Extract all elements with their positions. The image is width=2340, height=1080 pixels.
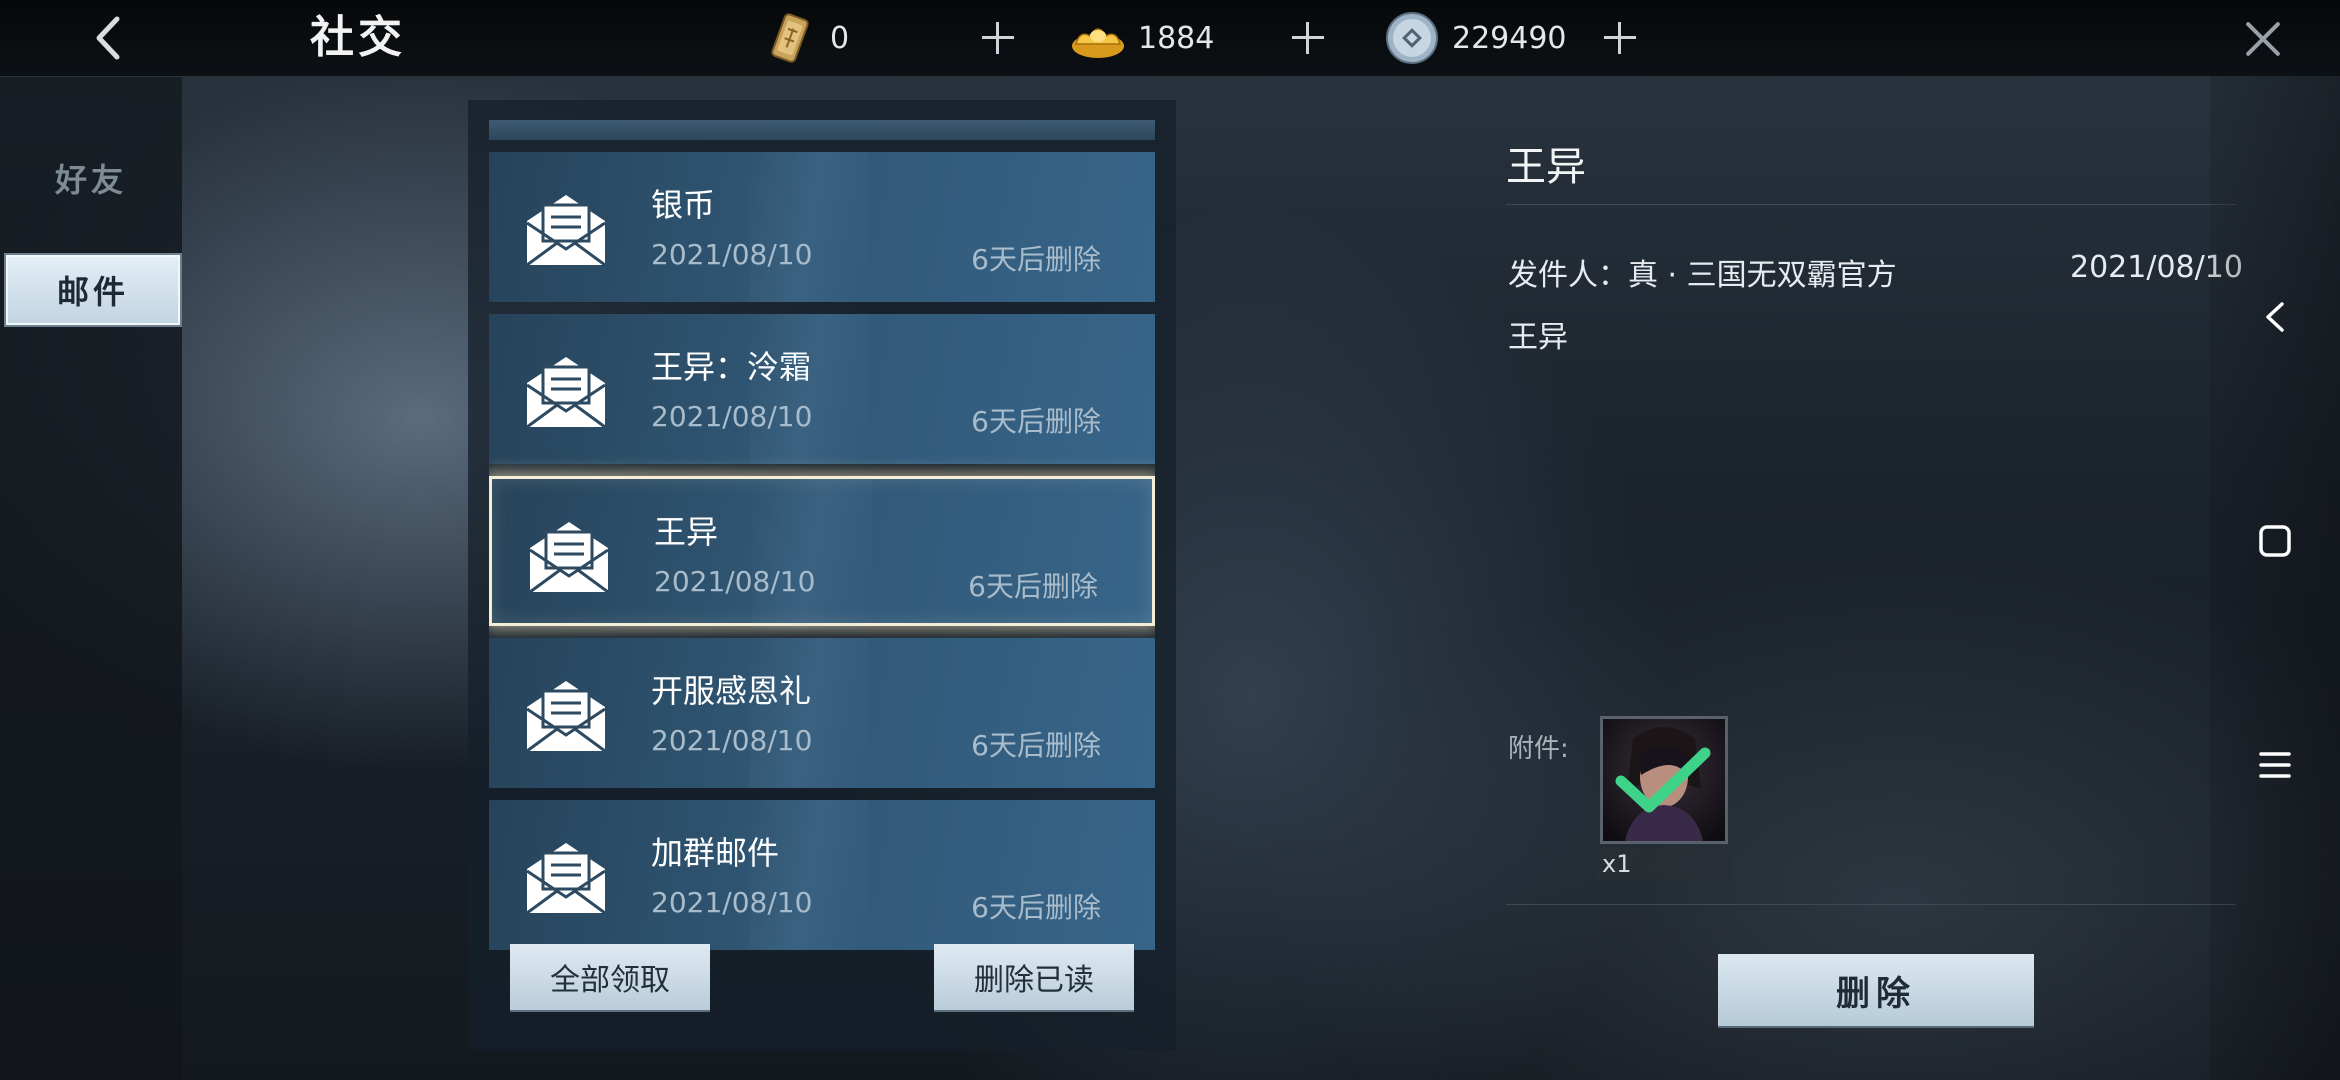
claim-all-button[interactable]: 全部领取: [510, 944, 710, 1010]
character-portrait-icon: [1603, 719, 1725, 841]
system-nav-bar: [2210, 76, 2340, 1080]
currency-silver: 229490: [1384, 10, 1567, 66]
tab-friends[interactable]: 好友: [6, 145, 176, 211]
mail-sender: 发件人：真 · 三国无双霸官方: [1508, 258, 1897, 293]
add-silver-button[interactable]: [1598, 16, 1642, 60]
gold-count: 1884: [1138, 20, 1215, 56]
mail-expire: 6天后删除: [968, 570, 1098, 603]
mail-date: 2021/08/10: [651, 238, 813, 271]
currency-gold: 1884: [1070, 10, 1214, 66]
mail-detail-title: 王异: [1506, 144, 1586, 190]
silver-coin-icon: [1386, 12, 1438, 64]
system-menu-button[interactable]: [2250, 740, 2300, 790]
menu-icon: [2259, 752, 2291, 778]
mail-title: 开服感恩礼: [651, 672, 812, 710]
attachment-label: 附件:: [1508, 734, 1569, 764]
delete-read-button[interactable]: 删除已读: [934, 944, 1134, 1010]
tab-mail[interactable]: 邮件: [6, 255, 180, 325]
delete-button[interactable]: 删除: [1718, 954, 2034, 1026]
mail-expire: 6天后删除: [971, 729, 1101, 762]
currency-token: 0: [762, 10, 849, 66]
mail-item[interactable]: 银币 2021/08/10 6天后删除: [489, 152, 1155, 302]
mail-title: 银币: [651, 186, 716, 224]
add-token-button[interactable]: [976, 16, 1020, 60]
attachment-count: x1: [1602, 850, 1632, 878]
mail-item[interactable]: 王异：泠霜 2021/08/10 6天后删除: [489, 314, 1155, 464]
back-button[interactable]: [88, 10, 128, 66]
top-bar: 社交 0 1884 229490: [0, 0, 2340, 77]
divider: [1506, 204, 2236, 205]
system-home-button[interactable]: [2250, 516, 2300, 566]
envelope-open-icon: [529, 522, 609, 594]
gold-ingot-icon: [1072, 28, 1124, 58]
envelope-open-icon: [526, 357, 606, 429]
mail-expire: 6天后删除: [971, 243, 1101, 276]
token-icon: [771, 13, 809, 63]
side-tabs: 好友 邮件: [0, 77, 182, 1080]
chevron-left-icon: [96, 16, 120, 60]
mail-date: 2021/08/10: [651, 400, 813, 433]
close-button[interactable]: [2238, 14, 2288, 64]
mail-date: 2021/08/10: [651, 724, 813, 757]
envelope-open-icon: [526, 195, 606, 267]
mail-body: 王异: [1508, 320, 1568, 355]
page-title: 社交: [310, 12, 406, 63]
mail-expire: 6天后删除: [971, 405, 1101, 438]
mail-title: 王异: [654, 513, 719, 551]
silver-count: 229490: [1452, 20, 1567, 56]
divider: [1506, 904, 2236, 905]
mail-date: 2021/08/10: [651, 886, 813, 919]
token-count: 0: [830, 20, 850, 56]
mail-item[interactable]: 加群邮件 2021/08/10 6天后删除: [489, 800, 1155, 950]
add-gold-button[interactable]: [1286, 16, 1330, 60]
mail-list[interactable]: 银币 2021/08/10 6天后删除 王异：泠霜 2021/08/10 6天后…: [489, 150, 1155, 1010]
mail-list-panel: 银币 2021/08/10 6天后删除 王异：泠霜 2021/08/10 6天后…: [468, 100, 1176, 1050]
mail-date: 2021/08/10: [654, 565, 816, 598]
list-scroll-edge: [489, 120, 1155, 140]
mail-title: 王异：泠霜: [651, 348, 812, 386]
mail-item[interactable]: 开服感恩礼 2021/08/10 6天后删除: [489, 638, 1155, 788]
mail-item-selected[interactable]: 王异 2021/08/10 6天后删除: [489, 476, 1155, 629]
chevron-left-icon: [2266, 302, 2284, 332]
mail-title: 加群邮件: [651, 834, 780, 872]
square-icon: [2259, 525, 2291, 557]
attachment-item[interactable]: [1600, 716, 1728, 844]
mail-expire: 6天后删除: [971, 891, 1101, 924]
system-back-button[interactable]: [2250, 292, 2300, 342]
envelope-open-icon: [526, 843, 606, 915]
envelope-open-icon: [526, 681, 606, 753]
